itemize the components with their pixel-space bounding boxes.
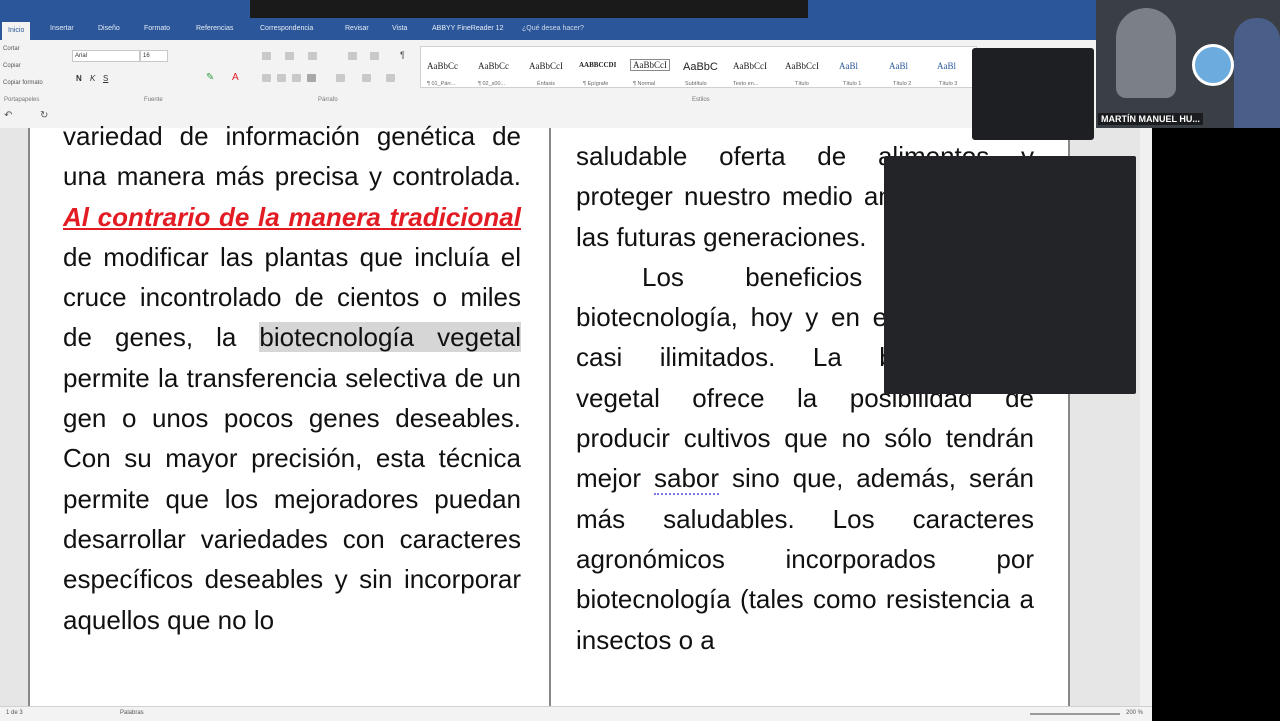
page-margin-line — [28, 128, 30, 706]
text-run: permite la transferencia selectiva de un… — [63, 362, 521, 635]
tab-formato[interactable]: Formato — [144, 25, 170, 32]
copy-button[interactable]: Copiar — [3, 63, 21, 69]
style-name: Título 3 — [939, 81, 958, 87]
bold-button[interactable]: N — [76, 74, 82, 83]
word-count[interactable]: Palabras — [120, 710, 144, 716]
highlight-color-icon[interactable]: ✎ — [206, 72, 214, 83]
tab-abbyy[interactable]: ABBYY FineReader 12 — [432, 25, 503, 32]
ribbon-tab-bar: Inicio Insertar Diseño Formato Referenci… — [0, 0, 1100, 40]
group-paragraph-label: Párrafo — [318, 97, 338, 103]
borders-icon[interactable] — [386, 74, 395, 82]
style-preview-selected[interactable]: AaBbCcI — [630, 59, 670, 71]
style-preview[interactable]: AaBl — [839, 61, 858, 71]
show-marks-icon[interactable]: ¶ — [400, 50, 405, 60]
trophy-image — [1116, 8, 1176, 98]
style-name: Título 1 — [843, 81, 862, 87]
highlighted-text: biotecnología vegetal — [259, 322, 521, 353]
redo-icon[interactable]: ↻ — [40, 110, 48, 121]
font-name-box[interactable]: Arial — [72, 50, 140, 62]
status-bar: 1 de 3 Palabras 200 % — [0, 706, 1152, 721]
style-preview[interactable]: AaBl — [937, 61, 956, 71]
redacted-overlay — [884, 156, 1136, 394]
tab-correspondencia[interactable]: Correspondencia — [260, 25, 313, 32]
tell-me-search[interactable]: ¿Qué desea hacer? — [522, 25, 584, 32]
italic-button[interactable]: K — [90, 74, 95, 83]
align-left-icon[interactable] — [262, 74, 271, 82]
cut-button[interactable]: Cortar — [3, 46, 20, 52]
webcam-feed: MARTÍN MANUEL HU... — [1096, 0, 1280, 128]
undo-icon[interactable]: ↶ — [4, 110, 12, 121]
zoom-slider[interactable] — [1030, 713, 1120, 715]
tab-inicio[interactable]: Inicio — [2, 22, 31, 40]
style-preview[interactable]: AaBl — [889, 61, 908, 71]
tab-insertar[interactable]: Insertar — [50, 25, 74, 32]
numbering-icon[interactable] — [285, 52, 294, 60]
paragraph: variedad de información genética de una … — [63, 116, 521, 640]
title-bar-redacted — [250, 0, 808, 18]
style-name: ¶ 02_s00... — [478, 81, 506, 87]
line-spacing-icon[interactable] — [336, 74, 345, 82]
style-name: ¶ Epígrafe — [583, 81, 609, 87]
format-painter-button[interactable]: Copiar formato — [3, 80, 43, 86]
ribbon-body: Cortar Copiar Copiar formato Portapapele… — [0, 40, 1100, 107]
tab-vista[interactable]: Vista — [392, 25, 407, 32]
justify-icon[interactable] — [307, 74, 316, 82]
font-size-box[interactable]: 16 — [140, 50, 168, 62]
style-preview[interactable]: AaBbCcI — [733, 61, 767, 71]
style-name: Texto en... — [733, 81, 759, 87]
tab-referencias[interactable]: Referencias — [196, 25, 233, 32]
align-center-icon[interactable] — [277, 74, 286, 82]
style-name: ¶ 01_Párr... — [427, 81, 456, 87]
presenter-image — [1234, 18, 1280, 128]
style-preview[interactable]: AaBbCc — [427, 61, 458, 71]
presenter-name: MARTÍN MANUEL HU... — [1098, 113, 1203, 125]
column-divider — [549, 128, 551, 706]
style-preview[interactable]: AaBbCc — [478, 61, 509, 71]
font-color-icon[interactable]: A — [232, 72, 239, 83]
style-preview[interactable]: AaBbCcI — [529, 61, 563, 71]
group-styles-label: Estilos — [692, 97, 710, 103]
style-name: Título — [795, 81, 809, 87]
style-name: Énfasis — [537, 81, 556, 87]
shading-icon[interactable] — [362, 74, 371, 82]
style-name: Título 2 — [893, 81, 912, 87]
club-badge-icon — [1192, 44, 1234, 86]
styles-gallery: AaBbCc ¶ 01_Párr... AaBbCc ¶ 02_s00... A… — [420, 46, 977, 88]
style-preview[interactable]: AaBbC — [683, 61, 718, 73]
group-font-label: Fuente — [144, 97, 163, 103]
group-clipboard-label: Portapapeles — [4, 97, 40, 103]
vertical-scrollbar[interactable] — [1140, 128, 1152, 706]
style-name: Subtítulo — [685, 81, 707, 87]
style-preview[interactable]: AABBCCDI — [579, 61, 616, 69]
zoom-level[interactable]: 200 % — [1126, 710, 1143, 716]
style-preview[interactable]: AaBbCcI — [785, 61, 819, 71]
text-run: sino que, además, serán más saludables. … — [576, 463, 1035, 655]
tab-diseno[interactable]: Diseño — [98, 25, 120, 32]
text-run: variedad de información genética de una … — [63, 121, 521, 192]
page-indicator[interactable]: 1 de 3 — [6, 710, 23, 716]
tab-revisar[interactable]: Revisar — [345, 25, 369, 32]
decrease-indent-icon[interactable] — [348, 52, 357, 60]
bullets-icon[interactable] — [262, 52, 271, 60]
multilevel-list-icon[interactable] — [308, 52, 317, 60]
increase-indent-icon[interactable] — [370, 52, 379, 60]
spellcheck-flag-text: sabor — [654, 463, 720, 496]
align-right-icon[interactable] — [292, 74, 301, 82]
red-emphasis-text: Al contrario de la manera tradicional — [63, 201, 521, 232]
redacted-overlay — [972, 48, 1094, 140]
left-text-column[interactable]: variedad de información genética de una … — [63, 116, 521, 640]
underline-button[interactable]: S — [103, 74, 108, 83]
style-name: ¶ Normal — [633, 81, 656, 87]
